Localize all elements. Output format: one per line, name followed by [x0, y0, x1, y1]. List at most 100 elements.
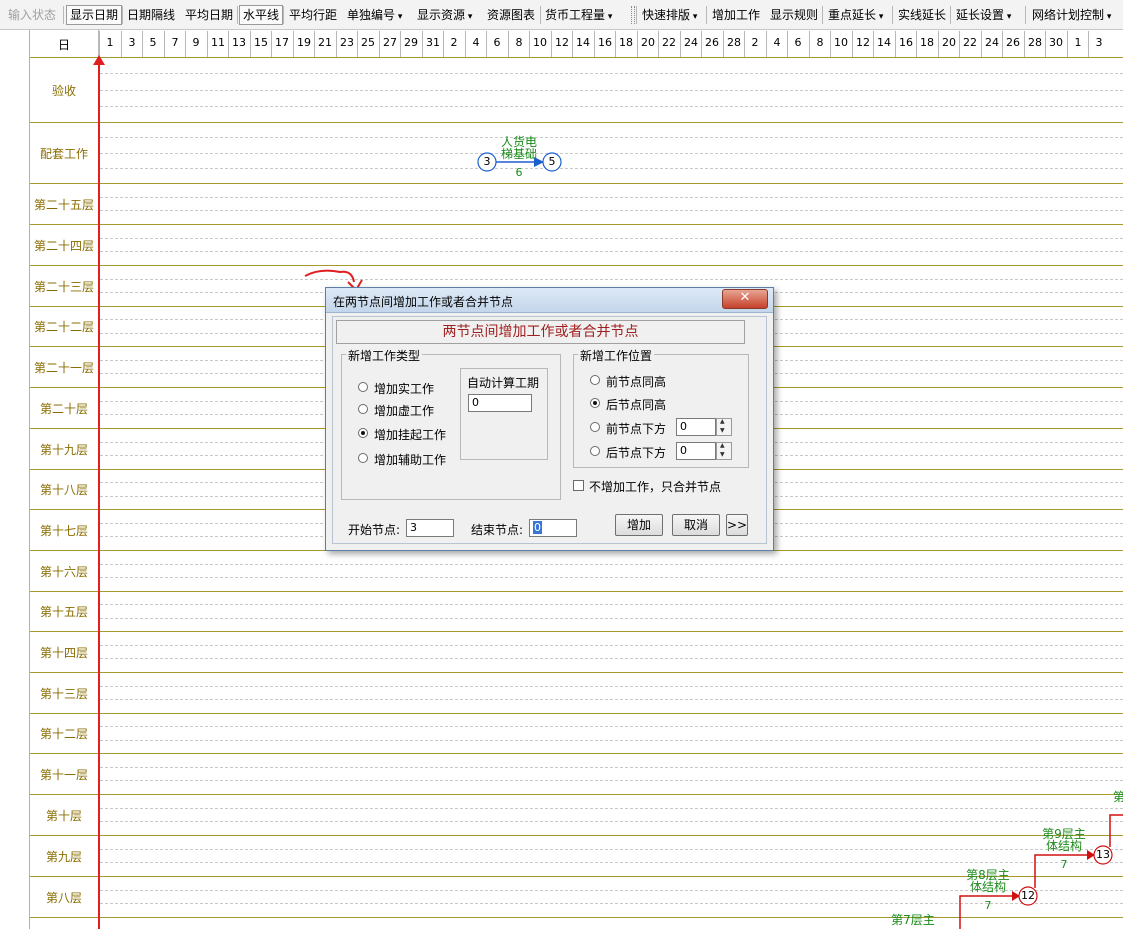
dropdown-arrow-icon[interactable]: ▾ — [690, 12, 698, 22]
dropdown-arrow-icon[interactable]: ▾ — [876, 12, 884, 22]
toolbar-button-1[interactable]: 显示日期 — [66, 5, 123, 25]
row-gridline — [100, 726, 1123, 727]
row-separator — [30, 265, 1123, 266]
row-label[interactable]: 第十四层 — [30, 644, 98, 661]
row-label[interactable]: 第二十一层 — [30, 359, 98, 376]
work-type-option-label[interactable]: 增加虚工作 — [374, 402, 434, 419]
below-back-node-spinner[interactable] — [716, 442, 732, 460]
dropdown-arrow-icon[interactable]: ▾ — [1004, 12, 1012, 22]
toolbar-separator — [892, 6, 893, 24]
row-label[interactable]: 第十五层 — [30, 603, 98, 620]
dropdown-arrow-icon[interactable]: ▾ — [1104, 12, 1112, 22]
dropdown-arrow-icon[interactable]: ▾ — [605, 12, 613, 22]
toolbar-button-15[interactable]: 延长设置 ▾ — [953, 5, 1014, 25]
row-label[interactable]: 第十二层 — [30, 725, 98, 742]
toolbar-button-label: 平均日期 — [185, 8, 234, 22]
toolbar-button-16[interactable]: 网络计划控制 ▾ — [1029, 5, 1114, 25]
work-type-radio[interactable] — [358, 453, 368, 463]
work-position-radio[interactable] — [590, 398, 600, 408]
toolbar-button-7[interactable]: 显示资源 ▾ — [414, 5, 475, 25]
below-front-node-spinner[interactable] — [716, 418, 732, 436]
end-node-input[interactable]: 0 — [529, 519, 577, 537]
timescale-tick: 30 — [1049, 36, 1063, 49]
timescale-tick: 1 — [106, 36, 114, 49]
dialog-titlebar[interactable]: 在两节点间增加工作或者合并节点 ✕ — [326, 288, 773, 313]
toolbar-button-6[interactable]: 单独编号 ▾ — [344, 5, 405, 25]
toolbar-button-9[interactable]: 货币工程量 ▾ — [542, 5, 615, 25]
work-position-radio[interactable] — [590, 375, 600, 385]
row-label[interactable]: 第二十层 — [30, 400, 98, 417]
row-label[interactable]: 第十七层 — [30, 522, 98, 539]
row-label[interactable]: 配套工作 — [30, 145, 98, 162]
toolbar-button-11[interactable]: 增加工作 — [709, 5, 763, 25]
row-gridline — [100, 577, 1123, 578]
row-gridline — [100, 645, 1123, 646]
row-label[interactable]: 第十层 — [30, 807, 98, 824]
toolbar-grip-icon[interactable] — [631, 6, 635, 24]
toolbar-button-5[interactable]: 平均行距 — [286, 5, 340, 25]
timescale-tick: 18 — [619, 36, 633, 49]
row-label[interactable]: 第二十四层 — [30, 237, 98, 254]
auto-calc-duration-input[interactable]: 0 — [468, 394, 532, 412]
task-label-floor9[interactable]: 第9层主 体结构 — [1038, 828, 1090, 852]
toolbar-button-3[interactable]: 平均日期 — [182, 5, 236, 25]
toolbar-button-8[interactable]: 资源图表 — [484, 5, 538, 25]
below-front-node-input[interactable]: 0 — [676, 418, 716, 436]
row-label[interactable]: 第九层 — [30, 848, 98, 865]
toolbar-button-13[interactable]: 重点延长 ▾ — [825, 5, 886, 25]
toolbar-button-0[interactable]: 输入状态 — [5, 5, 59, 25]
row-gridline — [100, 780, 1123, 781]
row-label[interactable]: 第十一层 — [30, 766, 98, 783]
work-position-option-label[interactable]: 前节点同高 — [606, 373, 666, 390]
toolbar-button-4[interactable]: 水平线 — [239, 5, 284, 25]
work-position-option-label[interactable]: 后节点下方 — [606, 444, 666, 461]
more-options-button[interactable]: >> — [726, 514, 748, 536]
work-position-option-label[interactable]: 前节点下方 — [606, 420, 666, 437]
current-date-line[interactable] — [98, 60, 100, 929]
task-label-floor8[interactable]: 第8层主 体结构 — [962, 869, 1014, 893]
below-back-node-input[interactable]: 0 — [676, 442, 716, 460]
row-label[interactable]: 第十八层 — [30, 481, 98, 498]
toolbar-button-10[interactable]: 快速排版 ▾ — [639, 5, 700, 25]
dropdown-arrow-icon[interactable]: ▾ — [395, 12, 403, 22]
task-label-floor7[interactable]: 第7层主 — [888, 911, 938, 928]
node-number[interactable]: 5 — [545, 155, 559, 168]
toolbar-button-2[interactable]: 日期隔线 — [124, 5, 178, 25]
merge-only-checkbox[interactable] — [573, 480, 584, 491]
row-label[interactable]: 第二十二层 — [30, 318, 98, 335]
row-label[interactable]: 第八层 — [30, 889, 98, 906]
add-button[interactable]: 增加 — [615, 514, 663, 536]
node-number[interactable]: 12 — [1019, 889, 1037, 902]
work-type-radio[interactable] — [358, 428, 368, 438]
start-node-input[interactable]: 3 — [406, 519, 454, 537]
toolbar-button-12[interactable]: 显示规则 — [767, 5, 821, 25]
work-type-radio[interactable] — [358, 404, 368, 414]
cancel-button[interactable]: 取消 — [672, 514, 720, 536]
row-gridline — [100, 862, 1123, 863]
row-label[interactable]: 第十六层 — [30, 563, 98, 580]
timescale-tick: 14 — [877, 36, 891, 49]
row-label[interactable]: 第十三层 — [30, 685, 98, 702]
node-number[interactable]: 13 — [1094, 848, 1112, 861]
row-gridline — [100, 210, 1123, 211]
row-label[interactable]: 第二十三层 — [30, 278, 98, 295]
row-label[interactable]: 第二十五层 — [30, 196, 98, 213]
row-label[interactable]: 验收 — [30, 82, 98, 99]
row-label[interactable]: 第十九层 — [30, 441, 98, 458]
toolbar-button-14[interactable]: 实线延长 — [895, 5, 949, 25]
work-position-radio[interactable] — [590, 446, 600, 456]
timescale-tick: 24 — [684, 36, 698, 49]
work-type-option-label[interactable]: 增加挂起工作 — [374, 426, 446, 443]
node-number[interactable]: 3 — [480, 155, 494, 168]
toolbar: 输入状态 显示日期 日期隔线 平均日期 水平线 平均行距 单独编号 ▾ 显示资源 ▾ 资源图表货… — [0, 0, 1123, 30]
work-type-option-label[interactable]: 增加实工作 — [374, 380, 434, 397]
dropdown-arrow-icon[interactable]: ▾ — [465, 12, 473, 22]
close-icon[interactable]: ✕ — [722, 289, 768, 309]
task-label-floor10[interactable]: 第 — [1113, 788, 1123, 805]
work-position-option-label[interactable]: 后节点同高 — [606, 396, 666, 413]
work-type-radio[interactable] — [358, 382, 368, 392]
work-type-option-label[interactable]: 增加辅助工作 — [374, 451, 446, 468]
task-label-elevator[interactable]: 人货电 梯基础 — [495, 136, 543, 160]
toolbar-button-label: 重点延长 — [828, 8, 877, 22]
work-position-radio[interactable] — [590, 422, 600, 432]
